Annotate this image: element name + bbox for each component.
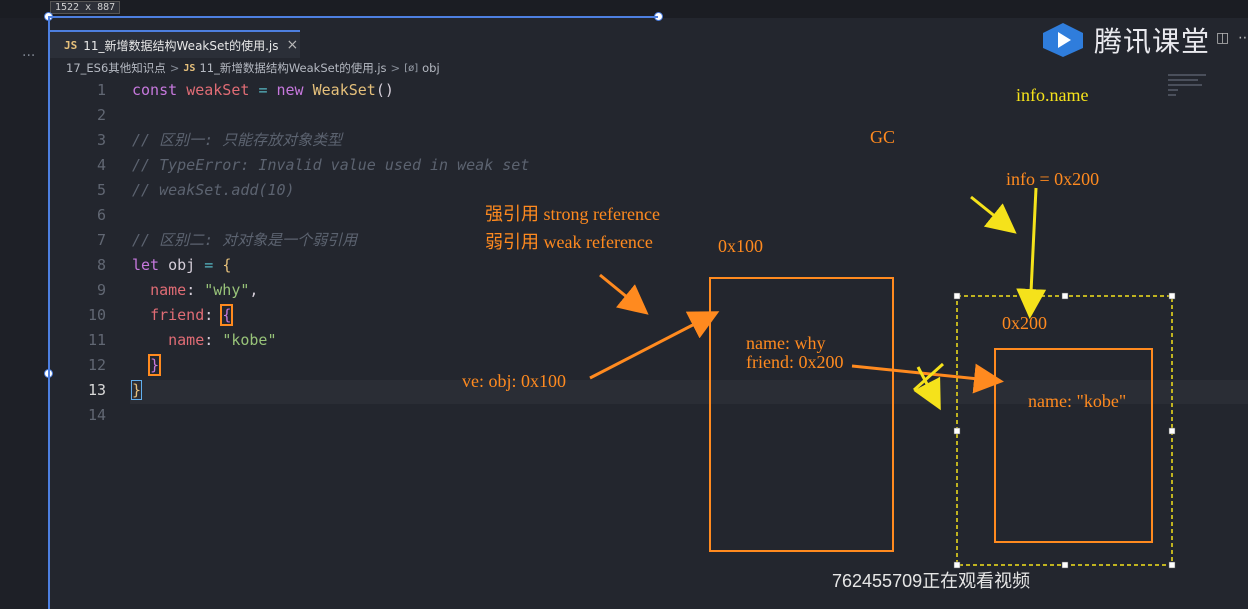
annotation-obj1-name: name: why <box>746 333 826 353</box>
arrow-info-to-0x200 <box>1016 187 1047 319</box>
annotation-ve-obj: ve: obj: 0x100 <box>462 371 566 391</box>
annotation-addr-100: 0x100 <box>718 236 763 256</box>
annotation-gc: GC <box>870 127 896 147</box>
arrow-obj-to-0x100 <box>589 311 720 380</box>
annotation-info-assign: info = 0x200 <box>1006 169 1100 189</box>
object-box-0x200 <box>994 348 1153 543</box>
selection-outline <box>48 16 50 609</box>
annotation-obj1-friend: friend: 0x200 <box>746 352 844 372</box>
annotation-weak-ref: 弱引用 weak reference <box>485 232 653 252</box>
selection-frame <box>956 295 1173 566</box>
annotation-obj2-name: name: "kobe" <box>1028 391 1127 411</box>
object-box-0x100 <box>709 277 894 552</box>
annotation-info-name: info.name <box>1016 85 1089 105</box>
selection-handles <box>953 292 1176 569</box>
annotation-addr-200: 0x200 <box>1002 313 1047 333</box>
annotation-strong-ref: 强引用 strong reference <box>485 204 660 224</box>
selection-outline <box>48 16 658 18</box>
viewer-watermark: 762455709正在观看视频 <box>832 571 1031 591</box>
arrow-yellow-small <box>970 195 1017 234</box>
arrow-strong-ref <box>599 273 649 315</box>
